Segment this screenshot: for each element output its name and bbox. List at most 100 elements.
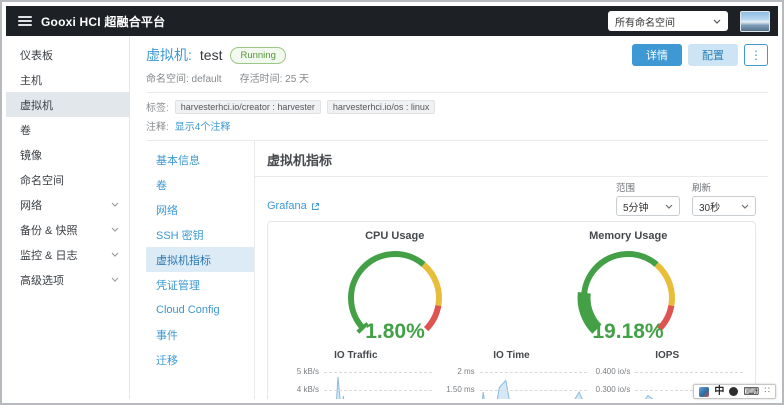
refresh-select[interactable]: 30秒 [692,196,756,216]
chart-title: IO Time [436,350,588,361]
area-chart [480,364,588,399]
chart-plot [324,364,432,399]
tab-migration[interactable]: 迁移 [146,347,254,372]
y-axis-labels: 2 ms1.50 ms1 ms [436,364,480,399]
age-text: 存活时间: 25 天 [240,70,309,85]
chevron-down-icon [741,204,749,209]
y-tick-label: 0.400 io/s [596,367,631,376]
sidebar-item-label: 虚拟机 [20,97,53,113]
tag-chip: harvesterhci.io/os : linux [327,100,436,114]
external-link-icon [311,202,320,211]
sidebar-item-hosts[interactable]: 主机 [6,67,129,92]
tab-volumes[interactable]: 卷 [146,172,254,197]
refresh-label: 刷新 [692,180,756,194]
sidebar-item-volumes[interactable]: 卷 [6,117,129,142]
y-tick-label: 1.50 ms [446,385,474,394]
range-select[interactable]: 5分钟 [616,196,680,216]
chevron-down-icon [111,277,119,282]
annotations-row: 注释: 显示4个注释 [146,118,768,133]
sidebar-item-label: 网络 [20,197,42,213]
sidebar-item-label: 镜像 [20,147,42,163]
range-label: 范围 [616,180,680,194]
range-value: 5分钟 [623,199,649,214]
sidebar-item-label: 命名空间 [20,172,64,188]
sidebar: 仪表板主机虚拟机卷镜像命名空间网络备份 & 快照监控 & 日志高级选项 [6,36,130,399]
metrics-toolbar: Grafana 范围 5分钟 [255,177,768,220]
gauge-chart: 1.80% [305,242,485,346]
y-axis-labels: 5 kB/s4 kB/s3 kB/s [280,364,324,399]
detail-area: 基本信息卷网络SSH 密钥虚拟机指标凭证管理Cloud Config 事件迁移 虚… [146,140,768,399]
sidebar-item-monitoring-logs[interactable]: 监控 & 日志 [6,242,129,267]
chevron-down-icon [111,202,119,207]
tab-ssh-keys[interactable]: SSH 密钥 [146,222,254,247]
page-header: 虚拟机: test Running 详情 配置 ⋮ 命名空间: default … [146,44,768,93]
range-control: 范围 5分钟 [616,180,680,216]
grafana-link[interactable]: Grafana [267,200,320,212]
chevron-down-icon [111,227,119,232]
chevron-down-icon [111,227,119,232]
metrics-charts-container: CPU Usage1.80% Memory Usage19.18% IO Tra… [267,221,756,399]
app-title: Gooxi HCI 超融合平台 [41,13,165,30]
ime-language-indicator[interactable]: 中 [714,387,724,397]
chart-body: 2 ms1.50 ms1 ms [436,364,588,399]
annotations-label: 注释: [146,118,169,133]
tag-chip: harvesterhci.io/creator : harvester [175,100,321,114]
menu-icon[interactable] [18,16,32,26]
sidebar-item-virtual-machines[interactable]: 虚拟机 [6,92,129,117]
detail-tabs: 基本信息卷网络SSH 密钥虚拟机指标凭证管理Cloud Config 事件迁移 [146,141,254,399]
chevron-down-icon [111,202,119,207]
sidebar-item-label: 仪表板 [20,47,53,63]
grafana-link-label: Grafana [267,200,307,212]
tab-networks[interactable]: 网络 [146,197,254,222]
gridline [635,372,743,373]
sidebar-item-label: 高级选项 [20,272,64,288]
show-annotations-link[interactable]: 显示4个注释 [175,118,231,133]
more-actions-button[interactable]: ⋮ [744,44,768,66]
tab-label: 卷 [156,177,167,193]
config-button[interactable]: 配置 [688,44,738,66]
tab-vm-metrics[interactable]: 虚拟机指标 [146,247,254,272]
namespace-filter-value: 所有命名空间 [615,14,675,29]
tab-credentials[interactable]: 凭证管理 [146,272,254,297]
tags-label: 标签: [146,99,169,114]
gauge-row: CPU Usage1.80% Memory Usage19.18% [278,228,745,346]
screenshot-frame: Gooxi HCI 超融合平台 所有命名空间 仪表板主机虚拟机卷镜像命名空间网络… [0,0,784,405]
sidebar-item-label: 监控 & 日志 [20,247,77,263]
refresh-control: 刷新 30秒 [692,180,756,216]
gridline [324,390,432,391]
sidebar-item-label: 卷 [20,122,31,138]
namespace-text: 命名空间: default [146,70,222,85]
chart-title: IOPS [591,350,743,361]
sidebar-item-advanced[interactable]: 高级选项 [6,267,129,292]
tab-basic-info[interactable]: 基本信息 [146,147,254,172]
chevron-down-icon [111,252,119,257]
chart-title: Memory Usage [589,230,667,242]
details-button[interactable]: 详情 [632,44,682,66]
y-tick-label: 0.300 io/s [596,385,631,394]
area-chart [324,364,432,399]
user-avatar[interactable] [740,11,770,32]
main-content: 虚拟机: test Running 详情 配置 ⋮ 命名空间: default … [130,36,778,399]
gauge-chart: 19.18% [538,242,718,346]
chevron-down-icon [713,19,721,24]
y-tick-label: 5 kB/s [297,367,319,376]
tab-events[interactable]: 事件 [146,322,254,347]
tab-label: 事件 [156,327,178,343]
refresh-value: 30秒 [699,199,720,214]
namespace-filter-select[interactable]: 所有命名空间 [608,11,728,31]
keyboard-icon[interactable]: ⌨ [743,386,759,397]
sidebar-item-namespaces[interactable]: 命名空间 [6,167,129,192]
ime-more-icon[interactable]: ∷ [764,387,770,396]
tags-row: 标签: harvesterhci.io/creator : harvester h… [146,99,768,114]
sidebar-item-networks[interactable]: 网络 [6,192,129,217]
tab-label: 虚拟机指标 [156,252,211,268]
memory-usage-gauge: Memory Usage19.18% [512,228,746,346]
ime-toolbar: 中 ⌨ ∷ [693,384,776,399]
title-row: 虚拟机: test Running 详情 配置 ⋮ [146,44,768,66]
moon-icon[interactable] [729,387,738,396]
sidebar-item-images[interactable]: 镜像 [6,142,129,167]
sidebar-item-backup-snapshot[interactable]: 备份 & 快照 [6,217,129,242]
tab-cloud-config[interactable]: Cloud Config [146,297,254,322]
tray-app-icon[interactable] [699,387,709,397]
sidebar-item-dashboard[interactable]: 仪表板 [6,42,129,67]
